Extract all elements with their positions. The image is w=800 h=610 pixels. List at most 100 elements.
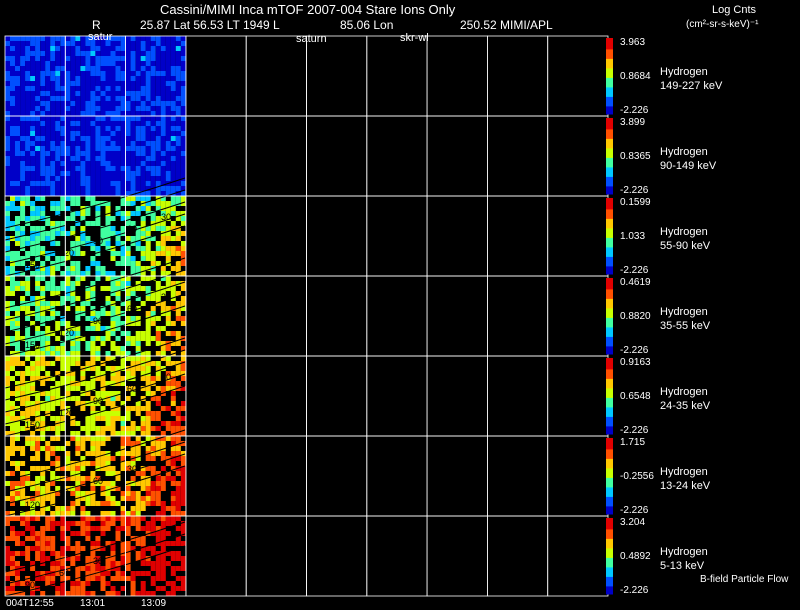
grid-panel — [426, 435, 488, 517]
colorbar-units: (cm²-sr-s-keV)⁻¹ — [686, 19, 759, 30]
species-label: Hydrogen — [660, 466, 708, 478]
time-label-2: 13:09 — [141, 598, 167, 609]
grid-panel — [547, 275, 609, 357]
species-label: Hydrogen — [660, 386, 708, 398]
energy-range-label: 5-13 keV — [660, 560, 705, 572]
energy-range-label: 35-55 keV — [660, 320, 711, 332]
grid-panel — [306, 195, 368, 277]
grid-panel — [366, 115, 428, 197]
contour-label: 60 — [93, 476, 103, 486]
contour-label: 90 — [93, 316, 103, 326]
grid-panel — [486, 195, 549, 277]
grid-panel — [185, 435, 247, 517]
grid-panel — [306, 275, 368, 357]
contour-label: 120 — [59, 248, 74, 258]
grid-panel — [547, 35, 609, 117]
grid-panel — [306, 515, 368, 597]
contour-label: 150 — [25, 420, 40, 430]
grid-panel — [486, 355, 549, 437]
contour-label: 90 — [93, 236, 103, 246]
heatmap-cell-block — [65, 116, 126, 196]
colorbar — [606, 518, 613, 595]
species-label: Hydrogen — [660, 546, 708, 558]
grid-panel — [547, 115, 609, 197]
grid-panel — [426, 35, 488, 117]
bfield-flow-note: B-field Particle Flow — [700, 574, 789, 585]
contour-label: 30 — [93, 556, 103, 566]
contour-label: 90 — [93, 396, 103, 406]
contour-label: 60 — [127, 304, 137, 314]
contour-label: 150 — [25, 260, 40, 270]
grid-panel — [185, 35, 247, 117]
colorbar-tick-label: 0.1599 — [620, 197, 651, 208]
colorbar-tick-label: 0.8684 — [620, 71, 651, 82]
contour-label: 120 — [59, 328, 74, 338]
grid-panel — [426, 115, 488, 197]
colorbar — [606, 118, 613, 195]
energy-range-label: 90-149 keV — [660, 160, 717, 172]
colorbar-tick-label: 3.963 — [620, 37, 646, 48]
colorbar-tick-label: 3.899 — [620, 117, 646, 128]
grid-panel — [245, 195, 307, 277]
top-label-satur: satur — [88, 31, 113, 43]
contour-label: 60 — [59, 568, 69, 578]
colorbar-tick-label: 0.9163 — [620, 357, 651, 368]
species-label: Hydrogen — [660, 306, 708, 318]
top-label-skr: skr-wl — [400, 32, 429, 44]
energy-range-label: 24-35 keV — [660, 400, 711, 412]
grid-panel — [547, 515, 609, 597]
grid-panel — [366, 35, 428, 117]
grid-panel — [426, 275, 488, 357]
grid-panel — [547, 195, 609, 277]
grid-panel — [366, 515, 428, 597]
colorbar-tick-label: 0.4892 — [620, 551, 651, 562]
grid-panel — [426, 195, 488, 277]
colorbar — [606, 358, 613, 435]
colorbar-tick-label: 3.204 — [620, 517, 646, 528]
colorbar-tick-label: -0.2556 — [620, 471, 654, 482]
grid-panel — [366, 195, 428, 277]
grid-panel — [426, 515, 488, 597]
colorbar — [606, 38, 613, 115]
contour-label: 30 — [127, 464, 137, 474]
energy-range-label: 149-227 keV — [660, 80, 723, 92]
grid-panel — [245, 115, 307, 197]
energy-range-label: 55-90 keV — [660, 240, 711, 252]
grid-panel — [426, 355, 488, 437]
colorbar-tick-label: -2.226 — [620, 585, 649, 596]
grid-panel — [547, 435, 609, 517]
grid-panel — [185, 275, 247, 357]
grid-panel — [306, 355, 368, 437]
contour-label: 120 — [25, 500, 40, 510]
grid-panel — [185, 515, 247, 597]
grid-panel — [366, 355, 428, 437]
top-label-saturn: saturn — [296, 33, 327, 45]
colorbar — [606, 278, 613, 355]
grid-panel — [185, 355, 247, 437]
grid-panel — [486, 515, 549, 597]
grid-panel — [486, 35, 549, 117]
grid-panel — [306, 115, 368, 197]
heatmap-cell-block — [5, 116, 66, 196]
colorbar-tick-label: 1.033 — [620, 231, 646, 242]
colorbar-tick-label: 0.8820 — [620, 311, 651, 322]
lon-readout: 85.06 Lon — [340, 18, 394, 32]
grid-panel — [486, 275, 549, 357]
contour-label: 30 — [161, 292, 171, 302]
contour-label: 60 — [127, 384, 137, 394]
plot-title: Cassini/MIMI Inca mTOF 2007-004 Stare Io… — [160, 2, 456, 17]
grid-panel — [486, 115, 549, 197]
grid-panel — [245, 355, 307, 437]
contour-label: 30 — [161, 212, 171, 222]
colorbars — [606, 38, 613, 595]
colorbar — [606, 438, 613, 515]
contour-label: 60 — [127, 224, 137, 234]
contour-label: 30 — [161, 372, 171, 382]
energy-range-label: 13-24 keV — [660, 480, 711, 492]
time-label-1: 13:01 — [80, 598, 106, 609]
grid-panel — [185, 115, 247, 197]
contour-label: 90 — [25, 580, 35, 590]
heatmap-cell-block — [5, 36, 66, 116]
grid-panel — [306, 435, 368, 517]
colorbar-title: Log Cnts — [712, 4, 757, 16]
